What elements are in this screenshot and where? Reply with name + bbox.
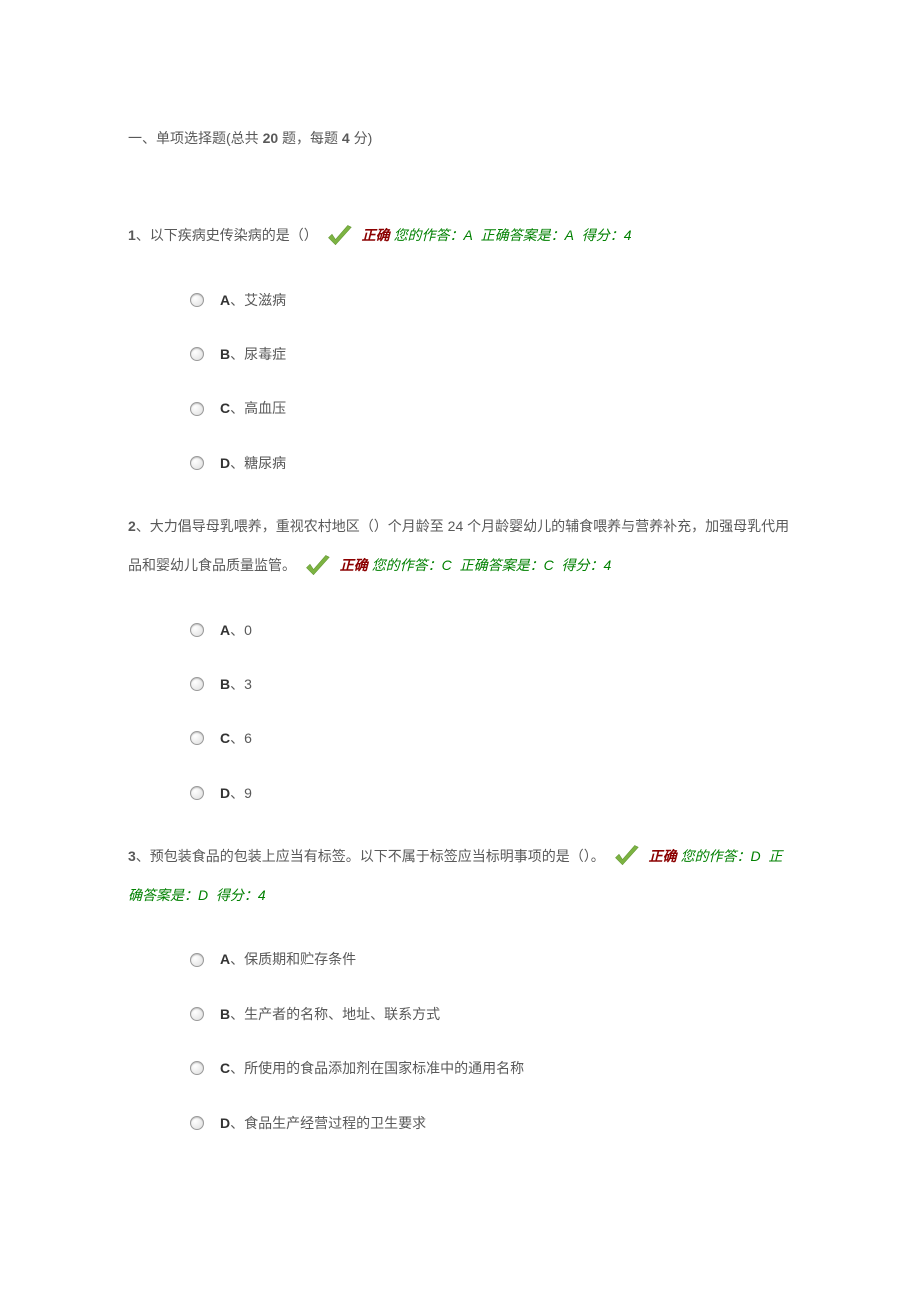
- option-c[interactable]: C、6: [190, 720, 792, 756]
- option-c[interactable]: C、所使用的食品添加剂在国家标准中的通用名称: [190, 1050, 792, 1086]
- checkmark-icon: [302, 552, 332, 580]
- option-b[interactable]: B、尿毒症: [190, 336, 792, 372]
- option-d[interactable]: D、9: [190, 775, 792, 811]
- radio-icon[interactable]: [190, 677, 204, 691]
- section-mid: 题，每题: [278, 130, 342, 146]
- radio-icon[interactable]: [190, 1061, 204, 1075]
- result-correct-label: 正确: [362, 227, 390, 243]
- options-list: A、保质期和贮存条件 B、生产者的名称、地址、联系方式 C、所使用的食品添加剂在…: [128, 915, 792, 1141]
- radio-icon[interactable]: [190, 293, 204, 307]
- result-correct-label: 正确: [340, 557, 368, 573]
- option-c[interactable]: C、高血压: [190, 390, 792, 426]
- section-suffix: 分): [350, 130, 373, 146]
- result-detail: 您的作答：A 正确答案是：A 得分：4: [393, 227, 631, 243]
- radio-icon[interactable]: [190, 402, 204, 416]
- options-list: A、艾滋病 B、尿毒症 C、高血压 D、糖尿病: [128, 256, 792, 482]
- option-d[interactable]: D、食品生产经营过程的卫生要求: [190, 1105, 792, 1141]
- option-b[interactable]: B、3: [190, 666, 792, 702]
- radio-icon[interactable]: [190, 1007, 204, 1021]
- options-list: A、0 B、3 C、6 D、9: [128, 586, 792, 812]
- checkmark-icon: [324, 222, 354, 250]
- option-a[interactable]: A、0: [190, 612, 792, 648]
- radio-icon[interactable]: [190, 953, 204, 967]
- option-a[interactable]: A、保质期和贮存条件: [190, 941, 792, 977]
- question-number: 3: [128, 848, 136, 864]
- section-total: 20: [263, 130, 279, 146]
- radio-icon[interactable]: [190, 347, 204, 361]
- section-prefix: 一、单项选择题(总共: [128, 130, 263, 146]
- question-3: 3、预包装食品的包装上应当有标签。以下不属于标签应当标明事项的是（）。 正确 您…: [128, 837, 792, 1141]
- radio-icon[interactable]: [190, 731, 204, 745]
- option-d[interactable]: D、糖尿病: [190, 445, 792, 481]
- checkmark-icon: [611, 842, 641, 870]
- option-b[interactable]: B、生产者的名称、地址、联系方式: [190, 996, 792, 1032]
- question-text: 、预包装食品的包装上应当有标签。以下不属于标签应当标明事项的是（）。: [136, 848, 605, 864]
- section-header: 一、单项选择题(总共 20 题，每题 4 分): [128, 120, 792, 156]
- radio-icon[interactable]: [190, 1116, 204, 1130]
- result-correct-label: 正确: [649, 848, 677, 864]
- question-text: 、以下疾病史传染病的是（）: [136, 227, 318, 243]
- radio-icon[interactable]: [190, 623, 204, 637]
- question-number: 1: [128, 227, 136, 243]
- option-a[interactable]: A、艾滋病: [190, 282, 792, 318]
- question-2: 2、大力倡导母乳喂养，重视农村地区（）个月龄至 24 个月龄婴幼儿的辅食喂养与营…: [128, 507, 792, 811]
- question-1: 1、以下疾病史传染病的是（） 正确 您的作答：A 正确答案是：A 得分：4 A、…: [128, 216, 792, 481]
- section-points: 4: [342, 130, 350, 146]
- radio-icon[interactable]: [190, 786, 204, 800]
- result-detail: 您的作答：C 正确答案是：C 得分：4: [372, 557, 612, 573]
- radio-icon[interactable]: [190, 456, 204, 470]
- question-number: 2: [128, 518, 136, 534]
